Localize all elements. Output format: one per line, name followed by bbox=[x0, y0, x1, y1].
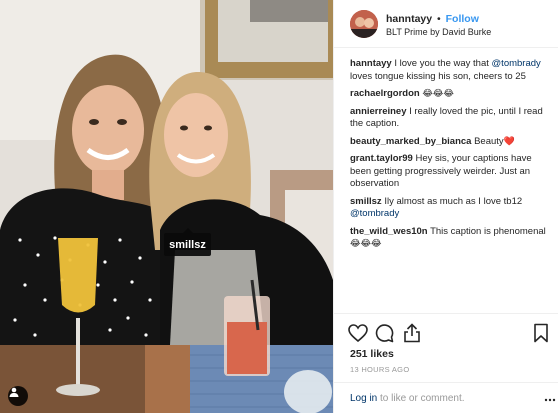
comment-emoji: 😂😂😂 bbox=[422, 89, 454, 99]
header-user-line: hanntayy • Follow bbox=[386, 13, 479, 25]
caption-username[interactable]: hanntayy bbox=[350, 58, 392, 69]
action-icons bbox=[347, 322, 552, 344]
likes-count[interactable]: 251 likes bbox=[350, 348, 394, 360]
photo-illustration bbox=[0, 0, 333, 413]
login-link[interactable]: Log in bbox=[350, 393, 377, 404]
login-rest-text: to like or comment. bbox=[377, 393, 465, 404]
comment-mention[interactable]: @tombrady bbox=[350, 208, 399, 219]
list-item: the_wild_wes10n This caption is phenomen… bbox=[350, 226, 555, 251]
post-actions: 251 likes 13 HOURS AGO Log in to like or… bbox=[334, 313, 558, 413]
comment-icon[interactable] bbox=[373, 322, 395, 344]
comment-emoji: 😂😂😂 bbox=[350, 239, 382, 249]
comment-text: Ily almost as much as I love tb12 bbox=[381, 195, 523, 207]
avatar[interactable] bbox=[350, 10, 378, 38]
comment-username[interactable]: rachaelrgordon bbox=[350, 88, 420, 99]
location-link[interactable]: BLT Prime by David Burke bbox=[386, 27, 491, 37]
comment-username[interactable]: the_wild_wes10n bbox=[350, 226, 428, 237]
comment-username[interactable]: grant.taylor99 bbox=[350, 153, 413, 164]
comments-list: hanntayy I love you the way that @tombra… bbox=[350, 58, 555, 256]
timestamp: 13 HOURS AGO bbox=[350, 365, 410, 374]
tagged-user-icon[interactable] bbox=[8, 386, 28, 406]
comment-username[interactable]: annierreiney bbox=[350, 106, 407, 117]
comment-text: This caption is phenomenal bbox=[427, 225, 546, 237]
caption-text-before: I love you the way that bbox=[391, 58, 492, 69]
list-item: rachaelrgordon 😂😂😂 bbox=[350, 88, 555, 101]
share-icon[interactable] bbox=[401, 322, 423, 344]
follow-button[interactable]: Follow bbox=[446, 13, 479, 25]
caption: hanntayy I love you the way that @tombra… bbox=[350, 58, 555, 83]
list-item: smillsz Ily almost as much as I love tb1… bbox=[350, 196, 555, 221]
caption-text-after: loves tongue kissing his son, cheers to … bbox=[350, 70, 526, 82]
list-item: beauty_marked_by_bianca Beauty❤️ bbox=[350, 136, 555, 149]
comment-username[interactable]: smillsz bbox=[350, 196, 382, 207]
separator-dot: • bbox=[437, 13, 441, 25]
list-item: grant.taylor99 Hey sis, your captions ha… bbox=[350, 153, 555, 191]
post-header: hanntayy • Follow BLT Prime by David Bur… bbox=[334, 0, 558, 48]
login-bar: Log in to like or comment. bbox=[334, 382, 558, 413]
post-side-panel: hanntayy • Follow BLT Prime by David Bur… bbox=[333, 0, 558, 413]
comment-text: Beauty bbox=[471, 135, 504, 147]
post-photo[interactable]: smillsz bbox=[0, 0, 333, 413]
more-options-icon[interactable] bbox=[544, 393, 556, 405]
comment-emoji: ❤️ bbox=[503, 136, 515, 147]
header-username[interactable]: hanntayy bbox=[386, 13, 432, 25]
caption-mention[interactable]: @tombrady bbox=[492, 58, 541, 69]
heart-icon[interactable] bbox=[347, 322, 369, 344]
user-tag-label[interactable]: smillsz bbox=[164, 228, 211, 256]
bookmark-icon[interactable] bbox=[530, 322, 552, 344]
comment-username[interactable]: beauty_marked_by_bianca bbox=[350, 136, 471, 147]
login-prompt: Log in to like or comment. bbox=[350, 393, 465, 404]
list-item: annierreiney I really loved the pic, unt… bbox=[350, 106, 555, 131]
